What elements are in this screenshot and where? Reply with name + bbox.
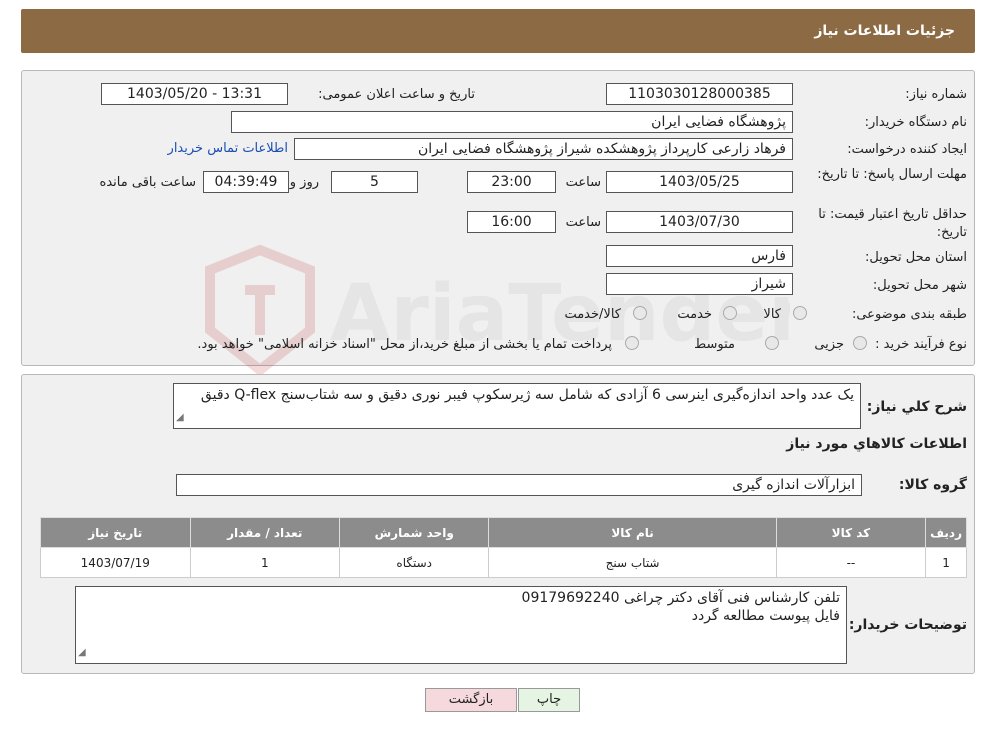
remaining-time-field: 04:39:49: [203, 171, 289, 193]
response-time-field: 23:00: [467, 171, 556, 193]
announce-datetime-label: تاریخ و ساعت اعلان عمومی:: [318, 87, 475, 102]
col-need-date: تاریخ نیاز: [40, 517, 191, 548]
buyer-contact-link[interactable]: اطلاعات تماس خریدار: [168, 141, 288, 156]
description-text: یک عدد واحد اندازه‌گیری اینرسی 6 آزادی ک…: [200, 387, 854, 403]
price-validity-label: حداقل تاریخ اعتبار قیمت: تا تاریخ:: [818, 207, 967, 240]
days-field: 5: [331, 171, 418, 193]
buyer-notes-line-2: فایل پیوست مطالعه گردد: [691, 608, 840, 624]
buyer-notes-line-1: تلفن کارشناس فنی آقای دکتر چراغی 0917969…: [521, 590, 840, 606]
process-medium-label: متوسط: [694, 337, 735, 352]
announce-datetime-field: 1403/05/20 - 13:31: [101, 83, 288, 105]
city-field: شیراز: [606, 273, 793, 295]
col-unit: واحد شمارش: [338, 517, 490, 548]
process-treasury-checkbox[interactable]: [625, 336, 639, 350]
goods-group-field: ابزارآلات اندازه گیری: [176, 474, 862, 496]
table-row: 1 -- شتاب سنج دستگاه 1 1403/07/19: [40, 547, 967, 578]
goods-table-header: ردیف کد کالا نام کالا واحد شمارش تعداد /…: [40, 517, 967, 548]
price-date-field: 1403/07/30: [606, 211, 793, 233]
day-and-label: روز و: [289, 175, 319, 190]
description-label: شرح کلي نياز:: [866, 399, 967, 415]
process-minor-radio[interactable]: [853, 336, 867, 350]
category-both-radio[interactable]: [633, 306, 647, 320]
page-title: جزئیات اطلاعات نیاز: [814, 23, 955, 39]
province-label: استان محل تحویل:: [865, 250, 967, 265]
col-code: کد کالا: [775, 517, 927, 548]
col-quantity: تعداد / مقدار: [189, 517, 340, 548]
need-number-field: 1103030128000385: [606, 83, 793, 105]
buyer-org-field: پژوهشگاه فضایی ایران: [231, 111, 793, 133]
resize-handle-icon[interactable]: ◢: [176, 409, 184, 427]
category-goods-radio[interactable]: [793, 306, 807, 320]
page-header: جزئیات اطلاعات نیاز: [21, 9, 975, 53]
process-type-label: نوع فرآیند خرید :: [875, 337, 967, 352]
requester-field: فرهاد زارعی کارپرداز پژوهشکده شیراز پژوه…: [294, 138, 793, 160]
col-name: نام کالا: [488, 517, 777, 548]
cell-quantity: 1: [189, 547, 340, 578]
description-field: یک عدد واحد اندازه‌گیری اینرسی 6 آزادی ک…: [173, 383, 861, 429]
print-button[interactable]: چاپ: [518, 688, 580, 712]
process-minor-label: جزیی: [814, 337, 844, 352]
buyer-org-label: نام دستگاه خریدار:: [864, 115, 967, 130]
cell-row: 1: [925, 547, 967, 578]
process-note: پرداخت تمام یا بخشی از مبلغ خرید،از محل …: [197, 337, 612, 352]
goods-table: ردیف کد کالا نام کالا واحد شمارش تعداد /…: [40, 517, 967, 578]
process-medium-radio[interactable]: [765, 336, 779, 350]
goods-info-heading: اطلاعات کالاهاي مورد نياز: [786, 436, 967, 452]
category-service-label: خدمت: [677, 307, 712, 322]
requester-label: ایجاد کننده درخواست:: [847, 142, 967, 157]
goods-group-label: گروه کالا:: [898, 477, 967, 493]
buyer-notes-field: تلفن کارشناس فنی آقای دکتر چراغی 0917969…: [75, 586, 847, 664]
cell-need-date: 1403/07/19: [40, 547, 191, 578]
remaining-label: ساعت باقی مانده: [99, 175, 196, 190]
buyer-notes-label: توضیحات خریدار:: [848, 617, 967, 633]
category-both-label: کالا/خدمت: [564, 307, 621, 322]
col-row: ردیف: [925, 517, 967, 548]
response-time-label: ساعت: [565, 175, 601, 190]
city-label: شهر محل تحویل:: [872, 278, 967, 293]
category-goods-label: کالا: [763, 307, 781, 322]
province-field: فارس: [606, 245, 793, 267]
category-label: طبقه بندی موضوعی:: [851, 307, 967, 322]
category-service-radio[interactable]: [723, 306, 737, 320]
cell-code: --: [775, 547, 927, 578]
price-time-field: 16:00: [467, 211, 556, 233]
response-deadline-label: مهلت ارسال پاسخ: تا تاریخ:: [817, 167, 967, 182]
cell-unit: دستگاه: [338, 547, 490, 578]
need-number-label: شماره نیاز:: [905, 87, 967, 102]
price-time-label: ساعت: [565, 215, 601, 230]
back-button[interactable]: بازگشت: [425, 688, 517, 712]
response-date-field: 1403/05/25: [606, 171, 793, 193]
resize-handle-icon[interactable]: ◢: [78, 644, 86, 662]
cell-name: شتاب سنج: [488, 547, 777, 578]
